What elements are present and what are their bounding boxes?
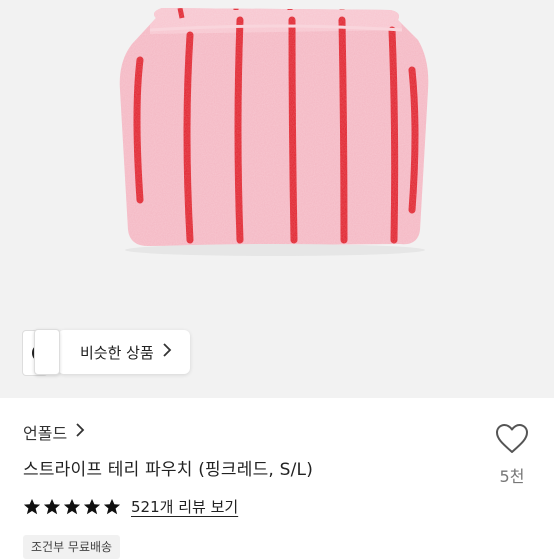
reviews-link[interactable]: 521개 리뷰 보기 [131, 496, 238, 517]
chevron-right-icon [75, 422, 85, 442]
star-filled-icon [63, 498, 81, 514]
star-filled-icon [83, 498, 101, 514]
similar-thumbnails [22, 329, 66, 376]
brand-name: 언폴드 [23, 424, 68, 443]
similar-products-button[interactable]: 비슷한 상품 [58, 330, 190, 374]
product-image-area[interactable]: 비슷한 상품 [0, 0, 554, 398]
star-filled-icon [43, 498, 61, 514]
rating-stars [23, 498, 121, 516]
heart-outline-icon [496, 424, 528, 453]
rating-row[interactable]: 521개 리뷰 보기 [23, 496, 238, 517]
brand-link[interactable]: 언폴드 [23, 420, 85, 444]
like-count: 5천 [499, 467, 525, 486]
like-button[interactable]: 5천 [491, 423, 533, 487]
product-title: 스트라이프 테리 파우치 (핑크레드, S/L) [23, 460, 314, 480]
similar-thumbnail [34, 329, 60, 375]
star-filled-icon [103, 498, 121, 514]
chevron-right-icon [162, 343, 172, 361]
star-filled-icon [23, 498, 41, 514]
shipping-badge: 조건부 무료배송 [23, 535, 121, 559]
similar-products-label: 비슷한 상품 [80, 343, 154, 362]
similar-products-chip[interactable]: 비슷한 상품 [22, 329, 190, 376]
